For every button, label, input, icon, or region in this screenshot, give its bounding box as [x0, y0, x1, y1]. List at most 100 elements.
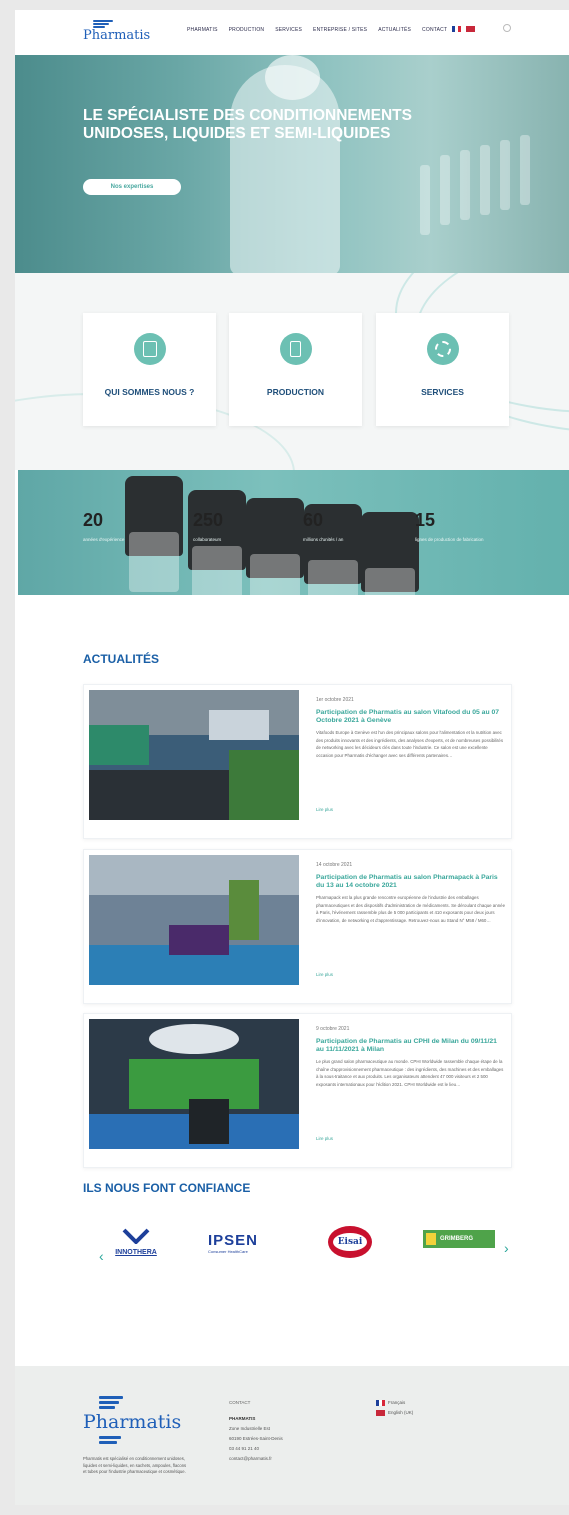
carousel-next-icon[interactable]: › — [504, 1240, 509, 1256]
lang-label: Français — [388, 1400, 406, 1405]
vial-cap-shape — [361, 512, 419, 595]
stat-label: années d'expérience — [83, 537, 125, 542]
news-title[interactable]: Participation de Pharmatis au salon Vita… — [316, 709, 506, 725]
logo-wordmark: Pharmatis — [83, 28, 151, 43]
news-section-title: Actualités — [83, 652, 159, 666]
ipsen-subtitle: Consumer HealthCare — [208, 1249, 248, 1254]
footer-logo-wordmark: Pharmatis — [83, 1411, 182, 1433]
bottle-shape — [500, 140, 510, 210]
news-item: 9 octobre 2021 Participation de Pharmati… — [83, 1013, 512, 1168]
card-label: Production — [266, 387, 325, 397]
footer-languages: Français English (UK) — [376, 1398, 413, 1418]
stat-value: 20 — [83, 510, 104, 530]
nav-item-services[interactable]: Services — [275, 27, 302, 33]
nav-item-actualites[interactable]: Actualités — [378, 27, 411, 33]
contact-heading: Contact — [229, 1400, 251, 1405]
innothera-mark-icon — [122, 1228, 150, 1245]
stat-value: 250 — [193, 510, 224, 530]
flag-fr-icon[interactable] — [452, 26, 461, 32]
lang-french[interactable]: Français — [376, 1398, 413, 1408]
partner-logo-innothera[interactable]: INNOTHERA — [110, 1228, 162, 1258]
footer-logo[interactable]: Pharmatis — [83, 1396, 183, 1446]
news-photo[interactable] — [89, 1019, 299, 1149]
nav-item-pharmatis[interactable]: Pharmatis — [187, 27, 218, 33]
news-meta: 1er octobre 2021 Participation de Pharma… — [316, 697, 506, 812]
bottle-shape — [420, 165, 430, 235]
card-production[interactable]: Production — [229, 313, 362, 426]
site-header: Pharmatis Pharmatis Production Services … — [15, 10, 569, 55]
card-about[interactable]: Qui sommes nous ? — [83, 313, 216, 426]
contact-address-2: 60190 Estrées-Saint-Denis — [229, 1436, 283, 1441]
card-services[interactable]: Services — [376, 313, 509, 426]
logo-bars-icon — [99, 1396, 123, 1411]
news-title[interactable]: Participation de Pharmatis au CPHI de Mi… — [316, 1038, 506, 1054]
main-nav: Pharmatis Production Services Entreprise… — [187, 27, 447, 33]
partners-section-title: Ils nous font confiance — [83, 1181, 251, 1195]
vial-cap-shape — [125, 476, 183, 592]
read-more-link[interactable]: Lire plus — [316, 1136, 506, 1141]
lang-label: English (UK) — [388, 1410, 414, 1415]
partners-carousel: ‹ INNOTHERA IPSEN Consumer HealthCare Ei… — [83, 1216, 512, 1276]
flag-fr-icon — [376, 1400, 385, 1406]
nav-item-contact[interactable]: Contact — [422, 27, 447, 33]
nav-item-entreprise[interactable]: Entreprise / Sites — [313, 27, 367, 33]
news-date: 9 octobre 2021 — [316, 1026, 350, 1032]
vial-cap-shape — [246, 498, 304, 595]
card-label: Qui sommes nous ? — [104, 387, 195, 397]
news-excerpt: Pharmapack est la plus grande rencontre … — [316, 895, 506, 923]
stat-label: collaborateurs — [193, 537, 222, 542]
bottle-shape — [440, 155, 450, 225]
partner-logo-eisai[interactable]: Eisai — [328, 1226, 372, 1258]
site-footer: Pharmatis Pharmatis est spécialisé en co… — [15, 1366, 569, 1505]
flag-uk-icon[interactable] — [466, 26, 475, 32]
pharmatis-logo[interactable]: Pharmatis — [83, 18, 153, 48]
gear-icon — [426, 333, 459, 365]
language-flags — [452, 26, 475, 32]
news-excerpt: Vitafoods Europe à Genève est l'un des p… — [316, 730, 504, 758]
stat-label: lignes de production de fabrication — [415, 537, 484, 542]
contact-company: PHARMATIS — [229, 1416, 256, 1421]
bottle-shape — [520, 135, 530, 205]
stat-years: 20 années d'expérience — [83, 510, 124, 542]
grimberg-badge-icon — [426, 1233, 436, 1245]
read-more-link[interactable]: Lire plus — [316, 807, 506, 812]
news-meta: 14 octobre 2021 Participation de Pharmat… — [316, 862, 506, 977]
news-photo[interactable] — [89, 855, 299, 985]
contact-email[interactable]: contact@pharmatis.fr — [229, 1454, 283, 1464]
partner-logo-grimberg[interactable]: GRIMBERG — [423, 1230, 495, 1248]
news-title[interactable]: Participation de Pharmatis au salon Phar… — [316, 874, 506, 890]
expertises-button[interactable]: Nos expertises — [83, 179, 181, 195]
news-date: 14 octobre 2021 — [316, 862, 353, 868]
footer-contact: Contact PHARMATIS Zone Industrielle Est … — [229, 1398, 283, 1464]
lang-english[interactable]: English (UK) — [376, 1408, 413, 1418]
contact-address-1: Zone Industrielle Est — [229, 1426, 271, 1431]
carousel-prev-icon[interactable]: ‹ — [99, 1248, 104, 1264]
news-date: 1er octobre 2021 — [316, 697, 354, 703]
services-cards-section: Qui sommes nous ? Production Services — [15, 273, 569, 470]
page-frame: Pharmatis Pharmatis Production Services … — [15, 10, 569, 1505]
innothera-wordmark: INNOTHERA — [115, 1249, 157, 1256]
news-item: 14 octobre 2021 Participation de Pharmat… — [83, 849, 512, 1004]
partner-logo-ipsen[interactable]: IPSEN Consumer HealthCare — [208, 1232, 288, 1254]
grimberg-wordmark: GRIMBERG — [440, 1236, 473, 1242]
read-more-link[interactable]: Lire plus — [316, 972, 506, 977]
card-label: Services — [421, 387, 464, 397]
ipsen-wordmark: IPSEN — [208, 1232, 259, 1249]
news-meta: 9 octobre 2021 Participation de Pharmati… — [316, 1026, 506, 1141]
flag-uk-icon — [376, 1410, 385, 1416]
search-icon[interactable] — [503, 24, 511, 32]
logo-bars-icon — [99, 1436, 123, 1446]
phone-dashboard-icon — [279, 333, 312, 365]
stat-value: 60 — [303, 510, 324, 530]
news-photo[interactable] — [89, 690, 299, 820]
hero-banner: Le spécialiste des conditionnements unid… — [15, 55, 569, 273]
contact-phone[interactable]: 03 44 91 21 40 — [229, 1444, 283, 1454]
eisai-wordmark: Eisai — [337, 1237, 363, 1247]
building-icon — [133, 333, 166, 365]
nav-item-production[interactable]: Production — [229, 27, 265, 33]
stat-units: 60 millions d'unités / an — [303, 510, 343, 542]
stat-value: 15 — [415, 510, 436, 530]
hero-title: Le spécialiste des conditionnements unid… — [83, 107, 412, 142]
news-item: 1er octobre 2021 Participation de Pharma… — [83, 684, 512, 839]
bottle-shape — [480, 145, 490, 215]
